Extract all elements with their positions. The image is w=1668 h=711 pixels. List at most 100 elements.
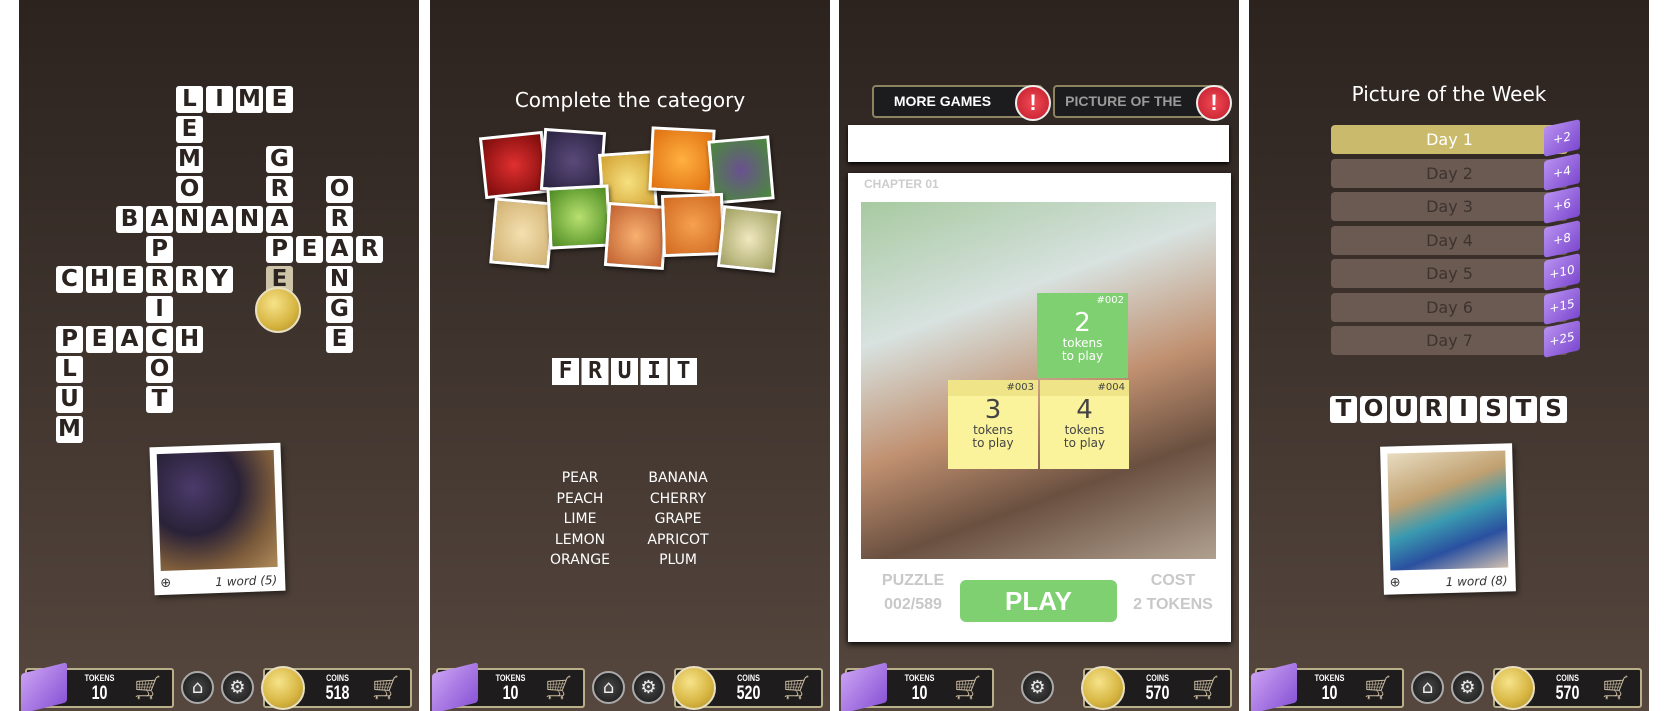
more-games-tab[interactable]: MORE GAMES ! (872, 85, 1051, 121)
letter-tile: I (146, 296, 173, 323)
token-bonus-badge: +10 (1544, 253, 1580, 291)
screen-title: Picture of the Week (1351, 82, 1547, 106)
chapter-label: CHAPTER 01 (864, 177, 939, 191)
cost-info: COST 2 TOKENS (1123, 569, 1223, 617)
token-ticket-icon (432, 662, 478, 711)
day-label: Day 6 (1426, 297, 1473, 317)
buy-tokens-cart-icon[interactable]: 🛒 (1364, 678, 1394, 700)
letter-tile: T (1330, 396, 1357, 423)
photo-caption: 1 word (5) (214, 572, 278, 590)
letter-tile: E (86, 326, 113, 353)
letter-tile: P (146, 236, 173, 263)
settings-gear-button[interactable]: ⚙ (632, 671, 665, 704)
cherry-photo (478, 130, 550, 200)
zoom-icon[interactable]: ⊕ (160, 576, 171, 591)
letter-tile: E (176, 116, 203, 143)
note-tokens: 2 (1074, 308, 1091, 338)
coin-icon (1491, 666, 1535, 710)
word-list-item: BANANA (648, 470, 708, 486)
settings-gear-button[interactable]: ⚙ (221, 671, 254, 704)
puzzle-info: PUZZLE 002/589 (868, 569, 958, 617)
buy-coins-cart-icon[interactable]: 🛒 (1602, 678, 1632, 700)
puzzle-note-002[interactable]: #002 2 tokens to play (1037, 293, 1128, 378)
home-button[interactable]: ⌂ (592, 671, 625, 704)
tokens-bar: TOKENS 10 🛒 (21, 662, 174, 711)
chapter-screen: MORE GAMES ! PICTURE OF THE WEEK ! CHAPT… (839, 0, 1239, 711)
clue-photo[interactable]: ⊕ 1 word (5) (149, 442, 286, 596)
letter-tile: E (116, 266, 143, 293)
token-bonus-badge: +15 (1544, 286, 1580, 325)
letter-tile: U (56, 386, 83, 413)
day-row-5[interactable]: Day 5 +10 (1331, 253, 1580, 291)
alert-icon: ! (1015, 85, 1051, 121)
letter-tile: E (326, 326, 353, 353)
token-ticket-icon (21, 662, 67, 711)
token-bonus-badge: +6 (1544, 186, 1580, 224)
tokens-value: 10 (502, 683, 519, 704)
lime-photo (546, 184, 612, 250)
letter-tile: T (1510, 396, 1537, 423)
screen-title: Complete the category (514, 88, 746, 112)
picture-of-the-week-tab[interactable]: PICTURE OF THE WEEK ! (1053, 85, 1232, 138)
home-button[interactable]: ⌂ (181, 671, 214, 704)
buy-tokens-cart-icon[interactable]: 🛒 (134, 678, 164, 700)
buy-tokens-cart-icon[interactable]: 🛒 (545, 678, 575, 700)
token-bonus-badge: +2 (1544, 119, 1580, 157)
letter-tile: U (1390, 396, 1417, 423)
scooter-couple-image[interactable] (861, 202, 1216, 559)
answer-tiles: FRUIT (552, 358, 697, 385)
letter-tile: R (1420, 396, 1447, 423)
letter-tile: N (236, 206, 263, 233)
coins-bar: COINS 518 🛒 (261, 666, 412, 710)
buy-coins-cart-icon[interactable]: 🛒 (783, 678, 813, 700)
coins-label: COINS (1556, 673, 1579, 683)
coins-value: 570 (1145, 683, 1170, 704)
letter-tile: L (56, 356, 83, 383)
settings-gear-button[interactable]: ⚙ (1451, 671, 1484, 704)
day-row-2[interactable]: Day 2 +4 (1331, 152, 1580, 191)
token-bonus-badge: +8 (1544, 219, 1580, 258)
tab-label: MORE GAMES (893, 93, 992, 109)
zoom-icon[interactable]: ⊕ (1389, 575, 1400, 590)
letter-tile: H (176, 326, 203, 353)
letter-tile: N (326, 266, 353, 293)
play-button[interactable]: PLAY (960, 580, 1117, 622)
letter-tile: C (146, 326, 173, 353)
apricot-photo (660, 192, 726, 258)
settings-gear-button[interactable]: ⚙ (1021, 671, 1054, 704)
letter-tile: Y (206, 266, 233, 293)
puzzle-note-003[interactable]: #003 3 tokens to play (948, 380, 1038, 469)
word-list-item: PLUM (659, 552, 697, 568)
coins-label: COINS (737, 673, 760, 683)
day-row-4[interactable]: Day 4 +8 (1331, 219, 1580, 258)
letter-tile: H (86, 266, 113, 293)
coins-bar: COINS 520 🛒 (672, 666, 823, 710)
tourists-image (1387, 450, 1509, 571)
tokens-bar: TOKENS 10 🛒 (841, 662, 994, 711)
buy-coins-cart-icon[interactable]: 🛒 (372, 678, 402, 700)
note-text: to play (1061, 349, 1104, 363)
coin-icon (672, 666, 716, 710)
buy-coins-cart-icon[interactable]: 🛒 (1192, 678, 1222, 700)
coins-label: COINS (1146, 673, 1169, 683)
day-row-7[interactable]: Day 7 +25 (1331, 320, 1580, 358)
day-row-1[interactable]: Day 1 +2 (1331, 119, 1580, 157)
day-row-3[interactable]: Day 3 +6 (1331, 186, 1580, 224)
day-row-6[interactable]: Day 6 +15 (1331, 286, 1580, 325)
tokens-label: TOKENS (495, 673, 526, 683)
coin-hint-icon[interactable] (255, 287, 301, 333)
coins-value: 518 (325, 683, 350, 704)
buy-tokens-cart-icon[interactable]: 🛒 (954, 678, 984, 700)
puzzle-note-004[interactable]: #004 4 tokens to play (1040, 380, 1129, 469)
home-button[interactable]: ⌂ (1411, 671, 1444, 704)
tokens-label: TOKENS (84, 673, 115, 683)
note-tokens: 4 (1076, 395, 1093, 425)
letter-tile: T (146, 386, 173, 413)
clue-photo[interactable]: ⊕ 1 word (8) (1380, 443, 1516, 595)
letter-tile: B (116, 206, 143, 233)
day-label: Day 2 (1426, 163, 1473, 183)
word-list-right: BANANA CHERRY GRAPE APRICOT PLUM (618, 468, 738, 571)
coins-bar: COINS 570 🛒 (1491, 666, 1642, 710)
letter-tile: E (266, 86, 293, 113)
tokens-value: 10 (1321, 683, 1338, 704)
